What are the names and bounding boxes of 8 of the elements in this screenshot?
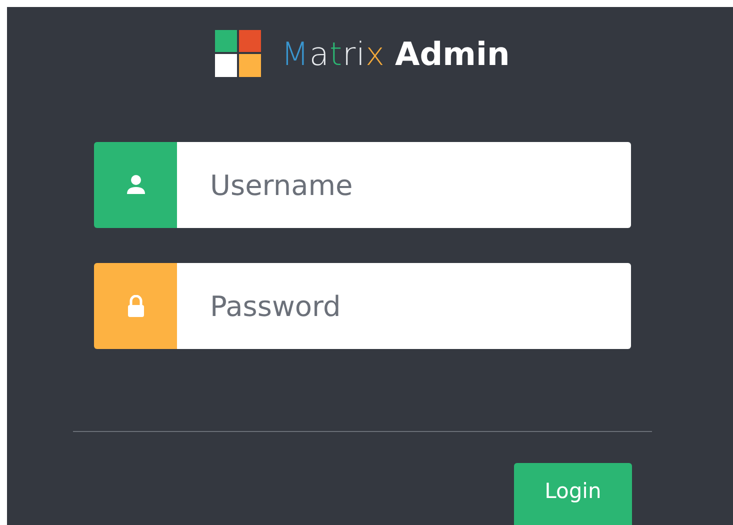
username-field[interactable]: Username (177, 142, 631, 228)
logo-text-bold: Admin (394, 34, 510, 72)
logo-text: Matrix (281, 34, 385, 72)
user-icon (126, 174, 146, 196)
password-field[interactable]: Password (177, 263, 631, 349)
login-button[interactable]: Login (514, 463, 632, 525)
lock-icon (126, 295, 146, 317)
logo-icon (215, 30, 262, 77)
